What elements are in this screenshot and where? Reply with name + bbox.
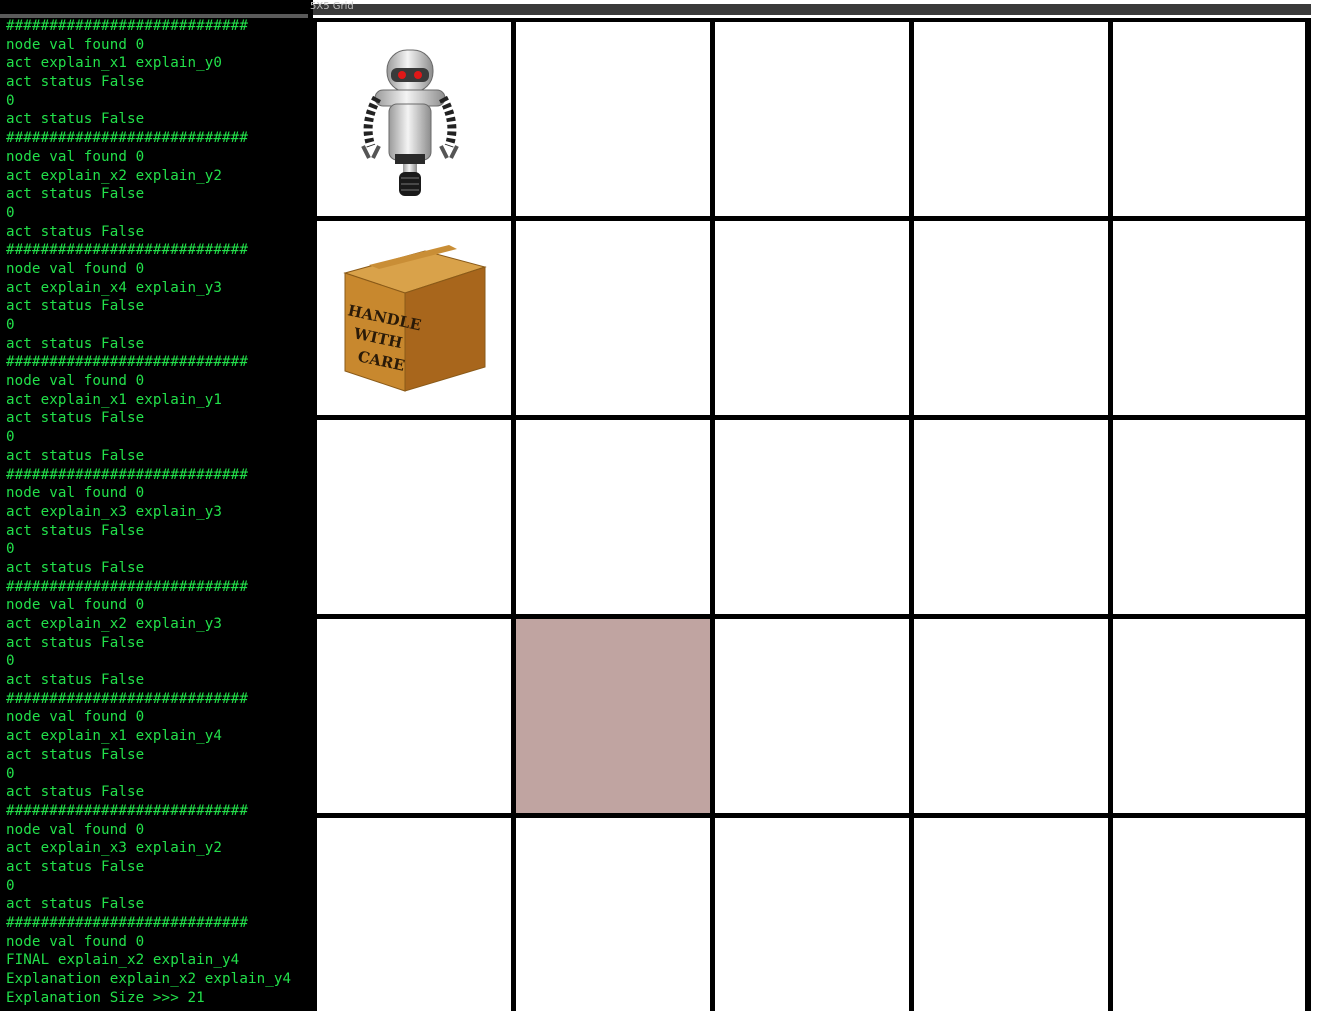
grid-cell xyxy=(317,420,511,614)
terminal-line: act status False xyxy=(6,335,145,352)
terminal-line: node val found 0 xyxy=(6,597,145,614)
grid-cell xyxy=(516,619,710,813)
grid-cell xyxy=(914,619,1108,813)
terminal-line: 0 xyxy=(6,204,15,221)
terminal-line: ############################ xyxy=(6,578,248,595)
grid-cell xyxy=(715,420,909,614)
grid-cell xyxy=(317,619,511,813)
grid-cell xyxy=(715,221,909,415)
grid-cell xyxy=(1113,818,1305,1011)
grid-cell xyxy=(715,619,909,813)
terminal-output: ############################ node val fou… xyxy=(6,17,291,1007)
terminal-line: ############################ xyxy=(6,466,248,483)
terminal-line: act status False xyxy=(6,186,145,203)
terminal-line: node val found 0 xyxy=(6,148,145,165)
terminal-line: 0 xyxy=(6,541,15,558)
grid-cell xyxy=(1113,221,1305,415)
terminal-line: act explain_x1 explain_y4 xyxy=(6,728,223,745)
terminal-line: act status False xyxy=(6,74,145,91)
grid-cell xyxy=(516,818,710,1011)
terminal-line: act status False xyxy=(6,559,145,576)
terminal-window[interactable]: ############################ node val fou… xyxy=(0,0,313,1011)
grid-cell xyxy=(715,818,909,1011)
grid-title: 5X5 Grid xyxy=(310,1,354,12)
terminal-line: node val found 0 xyxy=(6,821,145,838)
grid-cell: HANDLE WITH CARE xyxy=(317,221,511,415)
grid-cell xyxy=(914,420,1108,614)
terminal-line: act status False xyxy=(6,784,145,801)
box-icon: HANDLE WITH CARE xyxy=(343,245,487,392)
grid-cell xyxy=(516,420,710,614)
grid-cell xyxy=(914,818,1108,1011)
grid-titlebar: 5X5 Grid xyxy=(310,1,1311,15)
terminal-line: ############################ xyxy=(6,690,248,707)
terminal-line: node val found 0 xyxy=(6,709,145,726)
terminal-line: node val found 0 xyxy=(6,485,145,502)
terminal-line: act explain_x1 explain_y1 xyxy=(6,391,223,408)
terminal-line: act explain_x2 explain_y2 xyxy=(6,167,223,184)
terminal-line: ############################ xyxy=(6,915,248,931)
terminal-line: act status False xyxy=(6,896,145,913)
terminal-line: 0 xyxy=(6,317,15,333)
terminal-line: act status False xyxy=(6,223,145,240)
terminal-line: 0 xyxy=(6,92,15,109)
terminal-line: act explain_x4 explain_y3 xyxy=(6,279,223,296)
terminal-line: ############################ xyxy=(6,242,248,259)
terminal-line: act status False xyxy=(6,746,145,763)
terminal-line: act status False xyxy=(6,634,145,651)
terminal-line: Explanation Size >>> 21 xyxy=(6,989,205,1006)
terminal-line: node val found 0 xyxy=(6,933,145,950)
terminal-line: act status False xyxy=(6,111,145,128)
terminal-line: act status False xyxy=(6,522,145,539)
terminal-line: act explain_x2 explain_y3 xyxy=(6,616,223,632)
robot-icon xyxy=(361,49,459,196)
grid-window: 5X5 Grid HANDLE WITH CARE xyxy=(310,1,1311,1011)
grid-cell xyxy=(317,818,511,1011)
grid-cell xyxy=(715,22,909,216)
grid-cell xyxy=(1113,420,1305,614)
terminal-line: node val found 0 xyxy=(6,36,145,53)
terminal-line: act explain_x3 explain_y3 xyxy=(6,503,223,520)
terminal-line: node val found 0 xyxy=(6,260,145,277)
terminal-line: 0 xyxy=(6,429,15,446)
grid-cell xyxy=(914,221,1108,415)
terminal-line: ############################ xyxy=(6,354,248,371)
terminal-line: act status False xyxy=(6,858,145,875)
grid-board: HANDLE WITH CARE xyxy=(313,18,1311,1011)
grid-cell xyxy=(914,22,1108,216)
terminal-line: act status False xyxy=(6,672,145,689)
terminal-line: act explain_x1 explain_y0 xyxy=(6,55,223,72)
terminal-line: ############################ xyxy=(6,802,248,819)
terminal-line: act status False xyxy=(6,447,145,464)
terminal-line: act status False xyxy=(6,410,145,427)
grid-cell xyxy=(1113,619,1305,813)
terminal-line: node val found 0 xyxy=(6,373,145,390)
terminal-line: act explain_x3 explain_y2 xyxy=(6,840,223,857)
terminal-line: ############################ xyxy=(6,18,248,34)
terminal-line: 0 xyxy=(6,653,15,670)
terminal-line: 0 xyxy=(6,877,15,894)
terminal-line: act status False xyxy=(6,298,145,315)
grid-cell xyxy=(317,22,511,216)
terminal-line: Explanation explain_x2 explain_y4 xyxy=(6,971,292,988)
grid-cell xyxy=(516,221,710,415)
grid-cell xyxy=(516,22,710,216)
grid-cell xyxy=(1113,22,1305,216)
terminal-line: FINAL explain_x2 explain_y4 xyxy=(6,952,240,969)
terminal-line: ############################ xyxy=(6,130,248,147)
terminal-line: 0 xyxy=(6,765,15,782)
